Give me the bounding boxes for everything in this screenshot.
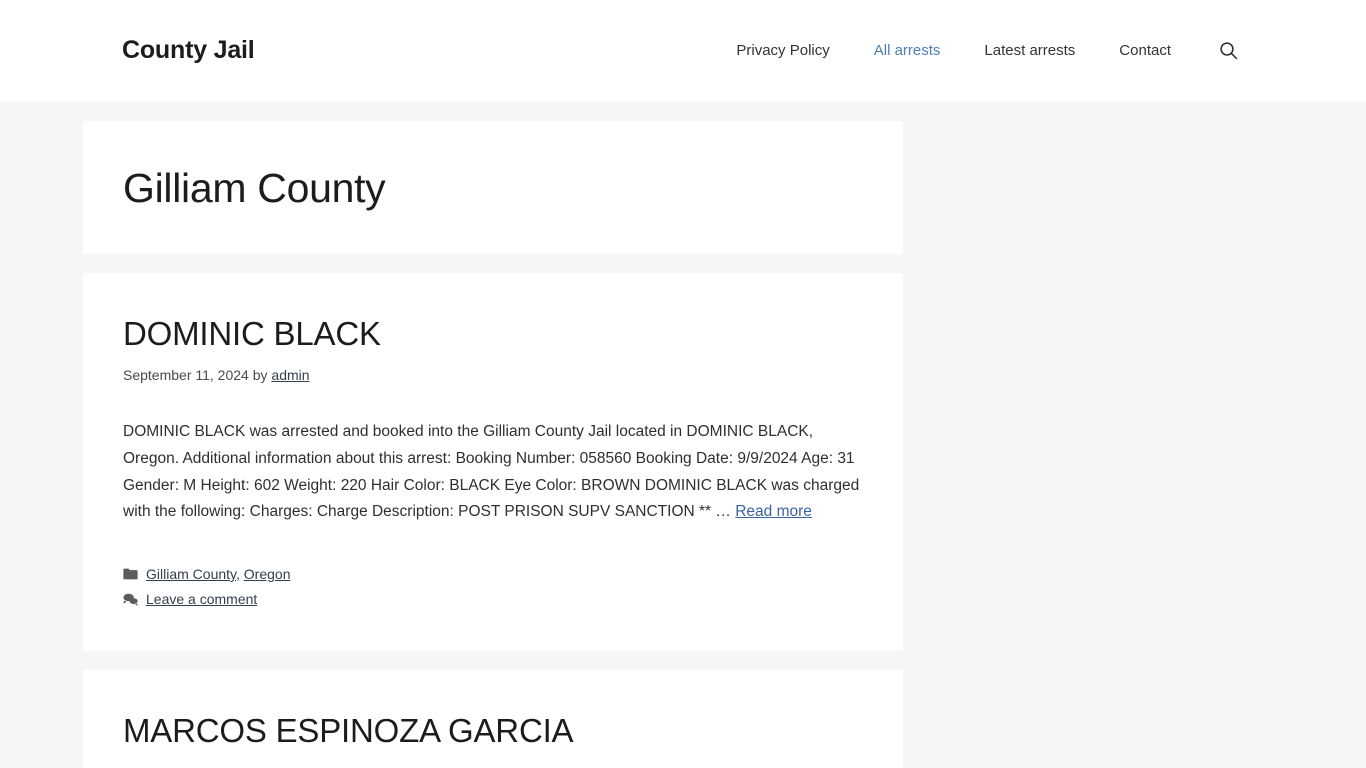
article-card: MARCOS ESPINOZA GARCIA	[83, 670, 903, 768]
article-title[interactable]: DOMINIC BLACK	[123, 314, 863, 354]
nav-item-privacy-policy[interactable]: Privacy Policy	[714, 43, 851, 58]
article-date: September 11, 2024	[123, 366, 249, 383]
nav-item-all-arrests[interactable]: All arrests	[852, 43, 963, 58]
category-link-gilliam-county[interactable]: Gilliam County	[146, 566, 236, 582]
leave-comment: Leave a comment	[146, 589, 257, 611]
site-title[interactable]: County Jail	[122, 38, 255, 63]
article-author-link[interactable]: admin	[271, 367, 309, 383]
page-header-card: Gilliam County	[83, 121, 903, 255]
search-icon	[1219, 41, 1238, 60]
site-header: County Jail Privacy Policy All arrests L…	[0, 0, 1366, 101]
article-comments-row: Leave a comment	[123, 589, 863, 611]
category-link-oregon[interactable]: Oregon	[244, 566, 291, 582]
article-meta: September 11, 2024 by admin	[123, 366, 863, 386]
nav-item-contact[interactable]: Contact	[1097, 43, 1193, 58]
folder-icon	[123, 567, 138, 582]
main-navigation: Privacy Policy All arrests Latest arrest…	[714, 41, 1244, 60]
page-title: Gilliam County	[123, 165, 386, 211]
leave-a-comment-link[interactable]: Leave a comment	[146, 591, 257, 607]
article-meta-by: by	[252, 366, 268, 383]
comment-icon	[123, 592, 138, 607]
nav-item-latest-arrests[interactable]: Latest arrests	[962, 43, 1097, 58]
header-inner: County Jail Privacy Policy All arrests L…	[0, 38, 1366, 63]
article-title[interactable]: MARCOS ESPINOZA GARCIA	[123, 711, 863, 751]
article-categories-row: Gilliam County, Oregon	[123, 564, 863, 586]
category-separator: ,	[236, 565, 244, 582]
article-card: DOMINIC BLACK September 11, 2024 by admi…	[83, 273, 903, 652]
search-toggle-button[interactable]	[1193, 41, 1244, 60]
article-excerpt: DOMINIC BLACK was arrested and booked in…	[123, 419, 863, 526]
main-content: Gilliam County DOMINIC BLACK September 1…	[0, 101, 1366, 768]
read-more-link[interactable]: Read more	[735, 503, 812, 520]
article-footer: Gilliam County, Oregon Leave a comment	[123, 564, 863, 610]
article-categories: Gilliam County, Oregon	[146, 564, 290, 586]
